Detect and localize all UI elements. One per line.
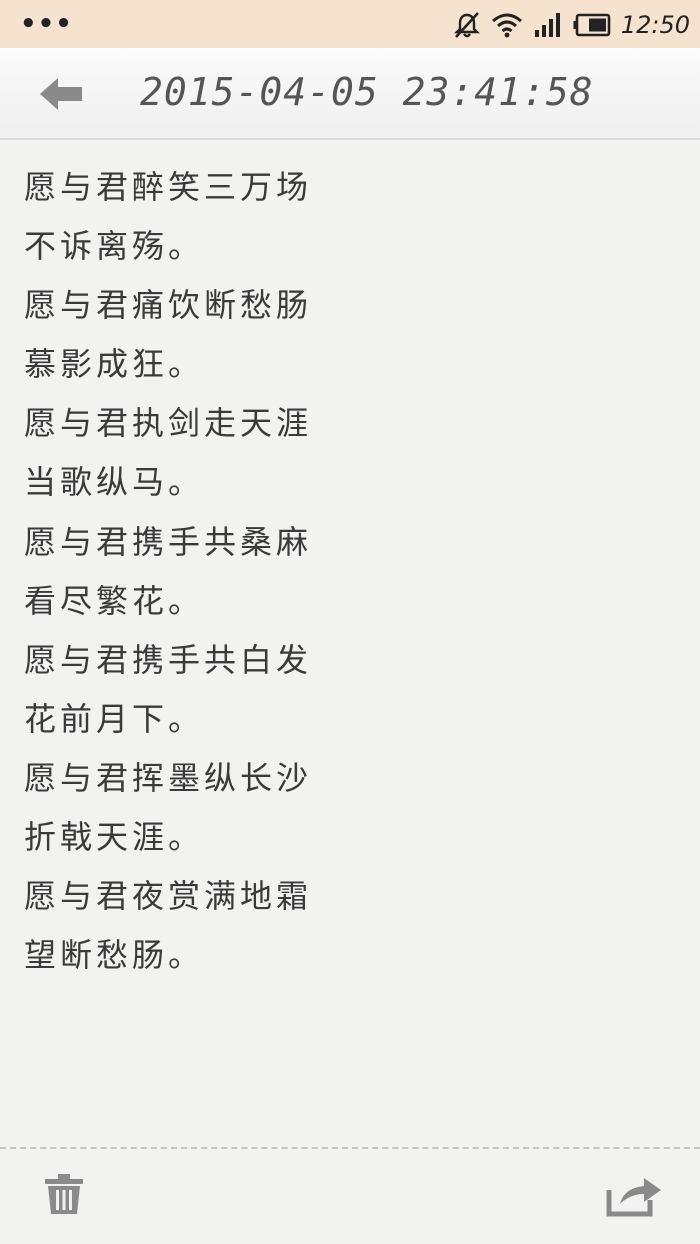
trash-icon xyxy=(45,1174,83,1214)
note-line: 望断愁肠。 xyxy=(24,936,205,975)
note-line: 看尽繁花。 xyxy=(24,581,205,620)
footer-divider xyxy=(0,1147,700,1149)
status-icons: 12:50 xyxy=(453,10,690,40)
notifications-muted-icon xyxy=(453,12,480,38)
note-header: 2015-04-05 23:41:58 xyxy=(0,48,700,140)
menu-dots: ••• xyxy=(20,9,73,39)
note-line: 愿与君执剑走天涯 xyxy=(24,404,313,443)
note-line: 愿与君夜赏满地霜 xyxy=(24,877,313,916)
share-button[interactable] xyxy=(606,1174,664,1218)
note-line: 当歌纵马。 xyxy=(24,463,205,502)
note-line: 愿与君携手共白发 xyxy=(24,640,313,679)
share-icon xyxy=(606,1178,661,1217)
note-line: 愿与君醉笑三万场 xyxy=(24,168,313,206)
note-line: 折戟天涯。 xyxy=(24,818,205,857)
arrow-left-icon xyxy=(40,78,82,110)
note-timestamp-title: 2015-04-05 23:41:58 xyxy=(140,70,594,114)
wifi-icon xyxy=(491,13,522,38)
note-body[interactable]: 愿与君醉笑三万场 不诉离殇。 愿与君痛饮断愁肠 慕影成狂。 愿与君执剑走天涯 当… xyxy=(24,158,664,1128)
note-line: 愿与君携手共桑麻 xyxy=(24,522,313,561)
signal-icon xyxy=(534,13,560,37)
note-line: 不诉离殇。 xyxy=(24,227,205,266)
note-toolbar xyxy=(0,1150,700,1244)
back-button[interactable] xyxy=(36,74,86,114)
note-line: 愿与君痛饮断愁肠 xyxy=(24,286,313,325)
note-line: 花前月下。 xyxy=(24,699,205,738)
note-line: 愿与君挥墨纵长沙 xyxy=(24,758,313,797)
note-line: 慕影成狂。 xyxy=(24,345,205,384)
status-bar: ••• 12:50 xyxy=(0,0,700,48)
battery-icon xyxy=(573,13,611,37)
delete-button[interactable] xyxy=(42,1172,86,1216)
status-time: 12:50 xyxy=(620,11,690,39)
